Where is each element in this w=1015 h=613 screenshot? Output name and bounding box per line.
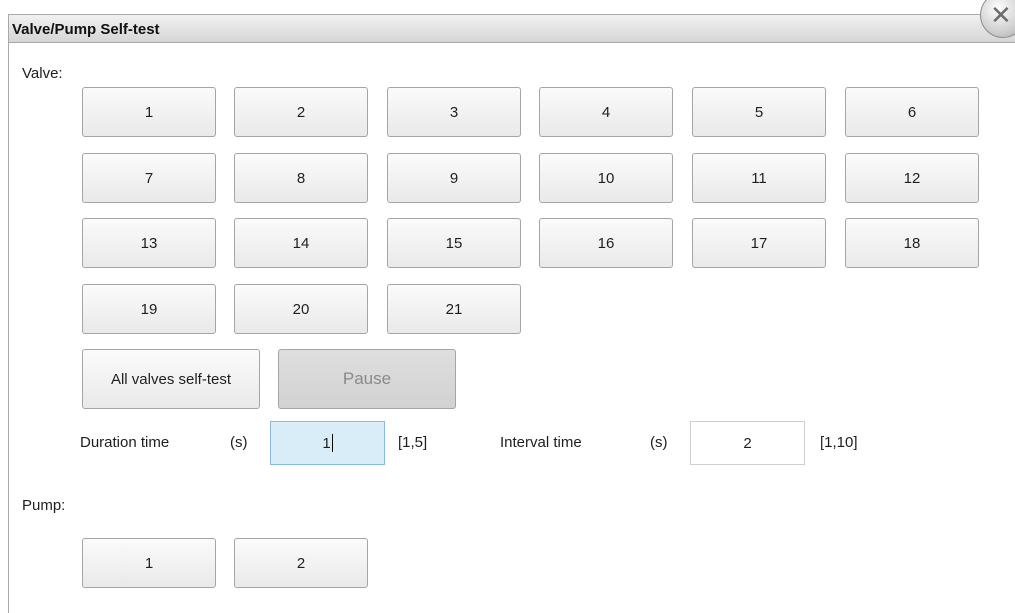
valve-button-8[interactable]: 8 xyxy=(234,153,368,203)
close-icon: ✕ xyxy=(990,0,1012,30)
valve-button-18[interactable]: 18 xyxy=(845,218,979,268)
duration-unit-label: (s) xyxy=(230,434,248,451)
pump-section-label: Pump: xyxy=(22,497,66,514)
valve-button-19[interactable]: 19 xyxy=(82,284,216,334)
valve-button-7[interactable]: 7 xyxy=(82,153,216,203)
valve-button-11[interactable]: 11 xyxy=(692,153,826,203)
valve-button-5[interactable]: 5 xyxy=(692,87,826,137)
valve-button-15[interactable]: 15 xyxy=(387,218,521,268)
valve-button-17[interactable]: 17 xyxy=(692,218,826,268)
pump-button-1[interactable]: 1 xyxy=(82,538,216,588)
valve-button-9[interactable]: 9 xyxy=(387,153,521,203)
interval-time-input[interactable]: 2 xyxy=(690,421,805,465)
valve-button-20[interactable]: 20 xyxy=(234,284,368,334)
duration-time-value: 1 xyxy=(322,434,331,452)
all-valves-self-test-button[interactable]: All valves self-test xyxy=(82,349,260,409)
pause-button[interactable]: Pause xyxy=(278,349,456,409)
interval-time-label: Interval time xyxy=(500,434,582,451)
text-cursor xyxy=(331,434,333,452)
pump-button-2[interactable]: 2 xyxy=(234,538,368,588)
duration-time-label: Duration time xyxy=(80,434,170,451)
valve-button-21[interactable]: 21 xyxy=(387,284,521,334)
dialog-title-bar: Valve/Pump Self-test xyxy=(9,15,1015,43)
valve-button-6[interactable]: 6 xyxy=(845,87,979,137)
valve-button-13[interactable]: 13 xyxy=(82,218,216,268)
duration-range-label: [1,5] xyxy=(398,434,428,451)
interval-time-value: 2 xyxy=(743,434,752,452)
valve-button-10[interactable]: 10 xyxy=(539,153,673,203)
duration-time-input[interactable]: 1 xyxy=(270,421,385,465)
self-test-screen: Valve/Pump Self-test ✕ Valve: 1 2 3 4 5 … xyxy=(0,0,1015,613)
valve-button-4[interactable]: 4 xyxy=(539,87,673,137)
valve-button-2[interactable]: 2 xyxy=(234,87,368,137)
valve-button-3[interactable]: 3 xyxy=(387,87,521,137)
valve-button-16[interactable]: 16 xyxy=(539,218,673,268)
interval-unit-label: (s) xyxy=(650,434,668,451)
valve-button-1[interactable]: 1 xyxy=(82,87,216,137)
valve-button-14[interactable]: 14 xyxy=(234,218,368,268)
dialog-title: Valve/Pump Self-test xyxy=(12,21,160,38)
valve-button-12[interactable]: 12 xyxy=(845,153,979,203)
valve-section-label: Valve: xyxy=(22,65,63,82)
interval-range-label: [1,10] xyxy=(820,434,858,451)
